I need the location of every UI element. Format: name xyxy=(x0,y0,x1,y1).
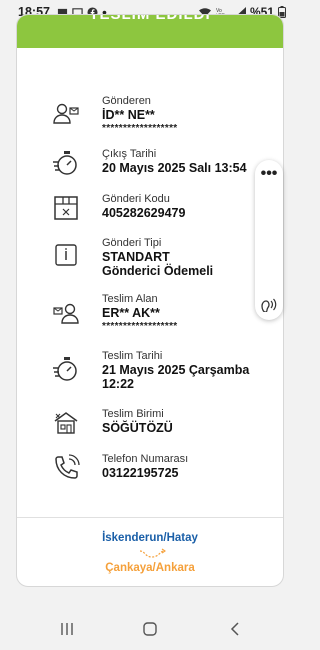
building-icon xyxy=(51,408,81,438)
sender-value: İD** NE** xyxy=(102,108,155,122)
back-icon[interactable] xyxy=(229,622,241,636)
code-value: 405282629479 xyxy=(102,206,186,220)
delivery-date-label: Teslim Tarihi xyxy=(102,350,163,362)
departure-value: 20 Mayıs 2025 Salı 13:54 xyxy=(102,161,247,175)
package-icon xyxy=(51,193,81,223)
receiver-value: ER** AK** xyxy=(102,306,160,320)
recent-apps-icon[interactable] xyxy=(60,622,74,636)
route-from: İskenderun/Hatay xyxy=(102,532,198,544)
shipment-card: TESLİM EDİLDİ Gönderen İD** NE** *******… xyxy=(16,14,284,587)
delivery-date-value: 21 Mayıs 2025 Çarşamba xyxy=(102,363,250,377)
navigation-bar xyxy=(0,608,300,650)
sender-masked: ****************** xyxy=(102,123,178,134)
phone-icon xyxy=(51,453,81,483)
status-banner-title: TESLİM EDİLDİ xyxy=(89,14,211,23)
receiver-label: Teslim Alan xyxy=(102,293,158,305)
type-value-2: Gönderici Ödemeli xyxy=(102,264,214,278)
sender-icon xyxy=(51,99,81,129)
departure-label: Çıkış Tarihi xyxy=(102,148,157,160)
route-section: İskenderun/Hatay Çankaya/Ankara xyxy=(17,517,283,574)
route-arrow-icon xyxy=(139,548,166,558)
route-to: Çankaya/Ankara xyxy=(105,562,195,574)
floating-panel[interactable]: ••• xyxy=(255,160,283,320)
code-label: Gönderi Kodu xyxy=(102,193,170,205)
stopwatch-icon xyxy=(51,148,81,178)
stopwatch-icon xyxy=(51,354,81,384)
read-aloud-icon[interactable] xyxy=(260,296,278,312)
unit-value: SÖĞÜTÖZÜ xyxy=(102,421,173,435)
phone-value[interactable]: 03122195725 xyxy=(102,466,262,480)
status-banner: TESLİM EDİLDİ xyxy=(17,15,283,48)
sender-label: Gönderen xyxy=(102,95,151,107)
type-value: STANDART xyxy=(102,250,170,264)
phone-label: Telefon Numarası xyxy=(102,453,189,465)
info-icon xyxy=(51,239,81,269)
delivery-time-value: 12:22 xyxy=(102,377,134,391)
type-label: Gönderi Tipi xyxy=(102,237,162,249)
more-options-icon[interactable]: ••• xyxy=(255,166,283,182)
home-icon[interactable] xyxy=(143,622,157,636)
receiver-masked: ****************** xyxy=(102,321,178,332)
receiver-icon xyxy=(51,299,81,329)
unit-label: Teslim Birimi xyxy=(102,408,164,420)
